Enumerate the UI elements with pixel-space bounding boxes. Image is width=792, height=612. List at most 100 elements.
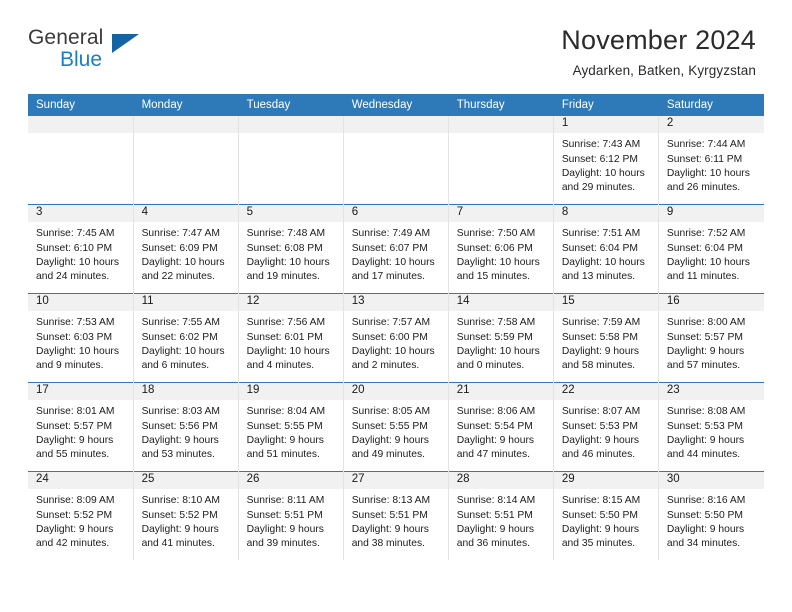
day-detail-daylight-line1: Daylight: 10 hours [666, 256, 750, 268]
day-detail-sunrise: Sunrise: 8:11 AM [246, 495, 325, 507]
calendar-day-cell[interactable]: 7 Sunrise: 7:50 AM Sunset: 6:06 PM Daylight… [448, 204, 554, 294]
day-detail-sunset: Sunset: 6:12 PM [561, 153, 638, 165]
calendar-day-cell[interactable]: 30 Sunrise: 8:16 AM Sunset: 5:50 PM Dayligh… [658, 471, 764, 561]
calendar-week-row: 17 Sunrise: 8:01 AM Sunset: 5:57 PM Dayligh… [28, 382, 764, 472]
calendar-day-cell[interactable]: 6 Sunrise: 7:49 AM Sunset: 6:07 PM Daylight… [343, 204, 449, 294]
day-detail-daylight-line2: and 6 minutes. [141, 359, 210, 371]
day-detail-sunset: Sunset: 5:50 PM [666, 509, 744, 521]
calendar-day-cell[interactable]: 10 Sunrise: 7:53 AM Sunset: 6:03 PM Dayligh… [28, 293, 134, 383]
day-detail-sunrise: Sunrise: 7:55 AM [141, 317, 220, 329]
day-detail-daylight-line2: and 9 minutes. [36, 359, 104, 371]
day-detail-sunset: Sunset: 5:52 PM [36, 509, 113, 521]
day-detail-sunset: Sunset: 5:59 PM [456, 331, 533, 343]
calendar-day-cell[interactable]: 26 Sunrise: 8:11 AM Sunset: 5:51 PM Dayligh… [238, 471, 344, 561]
page-header: General Blue November 2024 Aydarken, Bat… [0, 0, 792, 79]
calendar-day-cell[interactable]: 27 Sunrise: 8:13 AM Sunset: 5:51 PM Dayligh… [343, 471, 449, 561]
day-details: Sunrise: 8:00 AM Sunset: 5:57 PM Daylight:… [659, 311, 764, 373]
calendar-day-cell[interactable]: 2 Sunrise: 7:44 AM Sunset: 6:11 PM Daylight… [658, 116, 764, 205]
calendar-day-cell[interactable]: 21 Sunrise: 8:06 AM Sunset: 5:54 PM Dayligh… [448, 382, 554, 472]
calendar-day-cell[interactable]: 15 Sunrise: 7:59 AM Sunset: 5:58 PM Dayligh… [553, 293, 659, 383]
calendar-day-cell[interactable]: 18 Sunrise: 8:03 AM Sunset: 5:56 PM Dayligh… [133, 382, 239, 472]
day-detail-daylight-line2: and 26 minutes. [666, 181, 741, 193]
calendar-day-cell[interactable]: 12 Sunrise: 7:56 AM Sunset: 6:01 PM Dayligh… [238, 293, 344, 383]
calendar-day-cell[interactable]: 25 Sunrise: 8:10 AM Sunset: 5:52 PM Dayligh… [133, 471, 239, 561]
day-number: 18 [133, 383, 238, 401]
day-details: Sunrise: 7:51 AM Sunset: 6:04 PM Daylight:… [554, 222, 658, 284]
day-detail-daylight-line1: Daylight: 9 hours [666, 345, 745, 357]
day-number: 23 [658, 383, 764, 401]
day-details: Sunrise: 7:48 AM Sunset: 6:08 PM Daylight:… [239, 222, 343, 284]
day-detail-daylight-line1: Daylight: 10 hours [561, 256, 645, 268]
day-number: 17 [28, 383, 133, 401]
day-detail-daylight-line1: Daylight: 9 hours [141, 523, 219, 535]
day-details: Sunrise: 8:16 AM Sunset: 5:50 PM Daylight:… [659, 489, 764, 551]
day-detail-daylight-line1: Daylight: 10 hours [351, 256, 435, 268]
calendar-day-cell[interactable]: 24 Sunrise: 8:09 AM Sunset: 5:52 PM Dayligh… [28, 471, 134, 561]
day-detail-daylight-line2: and 4 minutes. [246, 359, 315, 371]
day-number: 22 [553, 383, 658, 401]
day-detail-daylight-line2: and 49 minutes. [351, 448, 425, 460]
calendar-day-cell[interactable]: 23 Sunrise: 8:08 AM Sunset: 5:53 PM Dayligh… [658, 382, 764, 472]
day-detail-sunrise: Sunrise: 7:52 AM [666, 228, 746, 240]
calendar-day-cell[interactable]: 9 Sunrise: 7:52 AM Sunset: 6:04 PM Daylight… [658, 204, 764, 294]
day-details: Sunrise: 7:52 AM Sunset: 6:04 PM Daylight:… [659, 222, 764, 284]
calendar-day-cell[interactable]: 19 Sunrise: 8:04 AM Sunset: 5:55 PM Dayligh… [238, 382, 344, 472]
calendar-day-cell[interactable]: 16 Sunrise: 8:00 AM Sunset: 5:57 PM Dayligh… [658, 293, 764, 383]
day-details: Sunrise: 8:09 AM Sunset: 5:52 PM Daylight:… [28, 489, 133, 551]
day-details: Sunrise: 7:47 AM Sunset: 6:09 PM Daylight:… [134, 222, 238, 284]
calendar-day-cell[interactable]: 5 Sunrise: 7:48 AM Sunset: 6:08 PM Daylight… [238, 204, 344, 294]
calendar-day-cell[interactable]: 1 Sunrise: 7:43 AM Sunset: 6:12 PM Daylight… [553, 116, 659, 205]
calendar-body: 1 Sunrise: 7:43 AM Sunset: 6:12 PM Daylight… [28, 116, 764, 561]
day-details: Sunrise: 8:13 AM Sunset: 5:51 PM Daylight:… [344, 489, 448, 551]
day-detail-daylight-line1: Daylight: 9 hours [561, 434, 640, 446]
calendar-week-row: 10 Sunrise: 7:53 AM Sunset: 6:03 PM Dayligh… [28, 293, 764, 383]
calendar-day-cell[interactable]: 3 Sunrise: 7:45 AM Sunset: 6:10 PM Daylight… [28, 204, 134, 294]
day-details: Sunrise: 8:07 AM Sunset: 5:53 PM Daylight:… [554, 400, 658, 462]
day-detail-sunrise: Sunrise: 7:48 AM [246, 228, 326, 240]
calendar-day-cell[interactable]: 28 Sunrise: 8:14 AM Sunset: 5:51 PM Dayligh… [448, 471, 554, 561]
day-number: 28 [448, 472, 553, 490]
day-number: 15 [553, 294, 658, 312]
day-detail-daylight-line2: and 11 minutes. [666, 270, 740, 282]
day-details [344, 133, 448, 138]
day-detail-daylight-line2: and 17 minutes. [351, 270, 425, 282]
day-detail-daylight-line2: and 0 minutes. [456, 359, 525, 371]
general-blue-logo[interactable]: General Blue [28, 26, 148, 74]
day-detail-sunrise: Sunrise: 7:50 AM [456, 228, 536, 240]
day-number: 26 [238, 472, 343, 490]
day-detail-daylight-line1: Daylight: 9 hours [141, 434, 219, 446]
day-detail-daylight-line2: and 34 minutes. [666, 537, 741, 549]
day-detail-sunrise: Sunrise: 8:09 AM [36, 495, 115, 507]
calendar-day-cell[interactable]: 8 Sunrise: 7:51 AM Sunset: 6:04 PM Daylight… [553, 204, 659, 294]
calendar-day-cell[interactable]: 29 Sunrise: 8:15 AM Sunset: 5:50 PM Dayligh… [553, 471, 659, 561]
day-detail-sunset: Sunset: 6:01 PM [246, 331, 323, 343]
day-number: 24 [28, 472, 133, 490]
calendar-page: General Blue November 2024 Aydarken, Bat… [0, 0, 792, 612]
day-detail-sunrise: Sunrise: 7:57 AM [351, 317, 431, 329]
calendar-day-cell[interactable]: 11 Sunrise: 7:55 AM Sunset: 6:02 PM Dayligh… [133, 293, 239, 383]
calendar-day-cell[interactable]: 20 Sunrise: 8:05 AM Sunset: 5:55 PM Dayligh… [343, 382, 449, 472]
calendar-day-cell[interactable]: 17 Sunrise: 8:01 AM Sunset: 5:57 PM Dayligh… [28, 382, 134, 472]
calendar-cell-empty [133, 116, 239, 205]
day-number: 8 [553, 205, 658, 223]
day-detail-sunrise: Sunrise: 8:13 AM [351, 495, 431, 507]
day-number: 29 [553, 472, 658, 490]
calendar-day-cell[interactable]: 4 Sunrise: 7:47 AM Sunset: 6:09 PM Daylight… [133, 204, 239, 294]
day-detail-sunset: Sunset: 6:07 PM [351, 242, 428, 254]
day-detail-daylight-line1: Daylight: 9 hours [351, 434, 429, 446]
calendar-day-cell[interactable]: 14 Sunrise: 7:58 AM Sunset: 5:59 PM Dayligh… [448, 293, 554, 383]
calendar-week-row: 24 Sunrise: 8:09 AM Sunset: 5:52 PM Dayligh… [28, 471, 764, 561]
calendar-day-cell[interactable]: 22 Sunrise: 8:07 AM Sunset: 5:53 PM Dayligh… [553, 382, 659, 472]
day-detail-daylight-line1: Daylight: 9 hours [561, 345, 640, 357]
day-details [239, 133, 343, 138]
day-details: Sunrise: 7:43 AM Sunset: 6:12 PM Daylight:… [554, 133, 658, 195]
day-number: 9 [658, 205, 764, 223]
day-detail-sunrise: Sunrise: 8:06 AM [456, 406, 536, 418]
day-detail-daylight-line2: and 22 minutes. [141, 270, 215, 282]
calendar-day-cell[interactable]: 13 Sunrise: 7:57 AM Sunset: 6:00 PM Dayligh… [343, 293, 449, 383]
day-number [133, 116, 238, 134]
day-number: 7 [448, 205, 553, 223]
day-detail-daylight-line2: and 2 minutes. [351, 359, 420, 371]
day-detail-sunset: Sunset: 6:10 PM [36, 242, 113, 254]
day-detail-sunset: Sunset: 5:55 PM [246, 420, 323, 432]
